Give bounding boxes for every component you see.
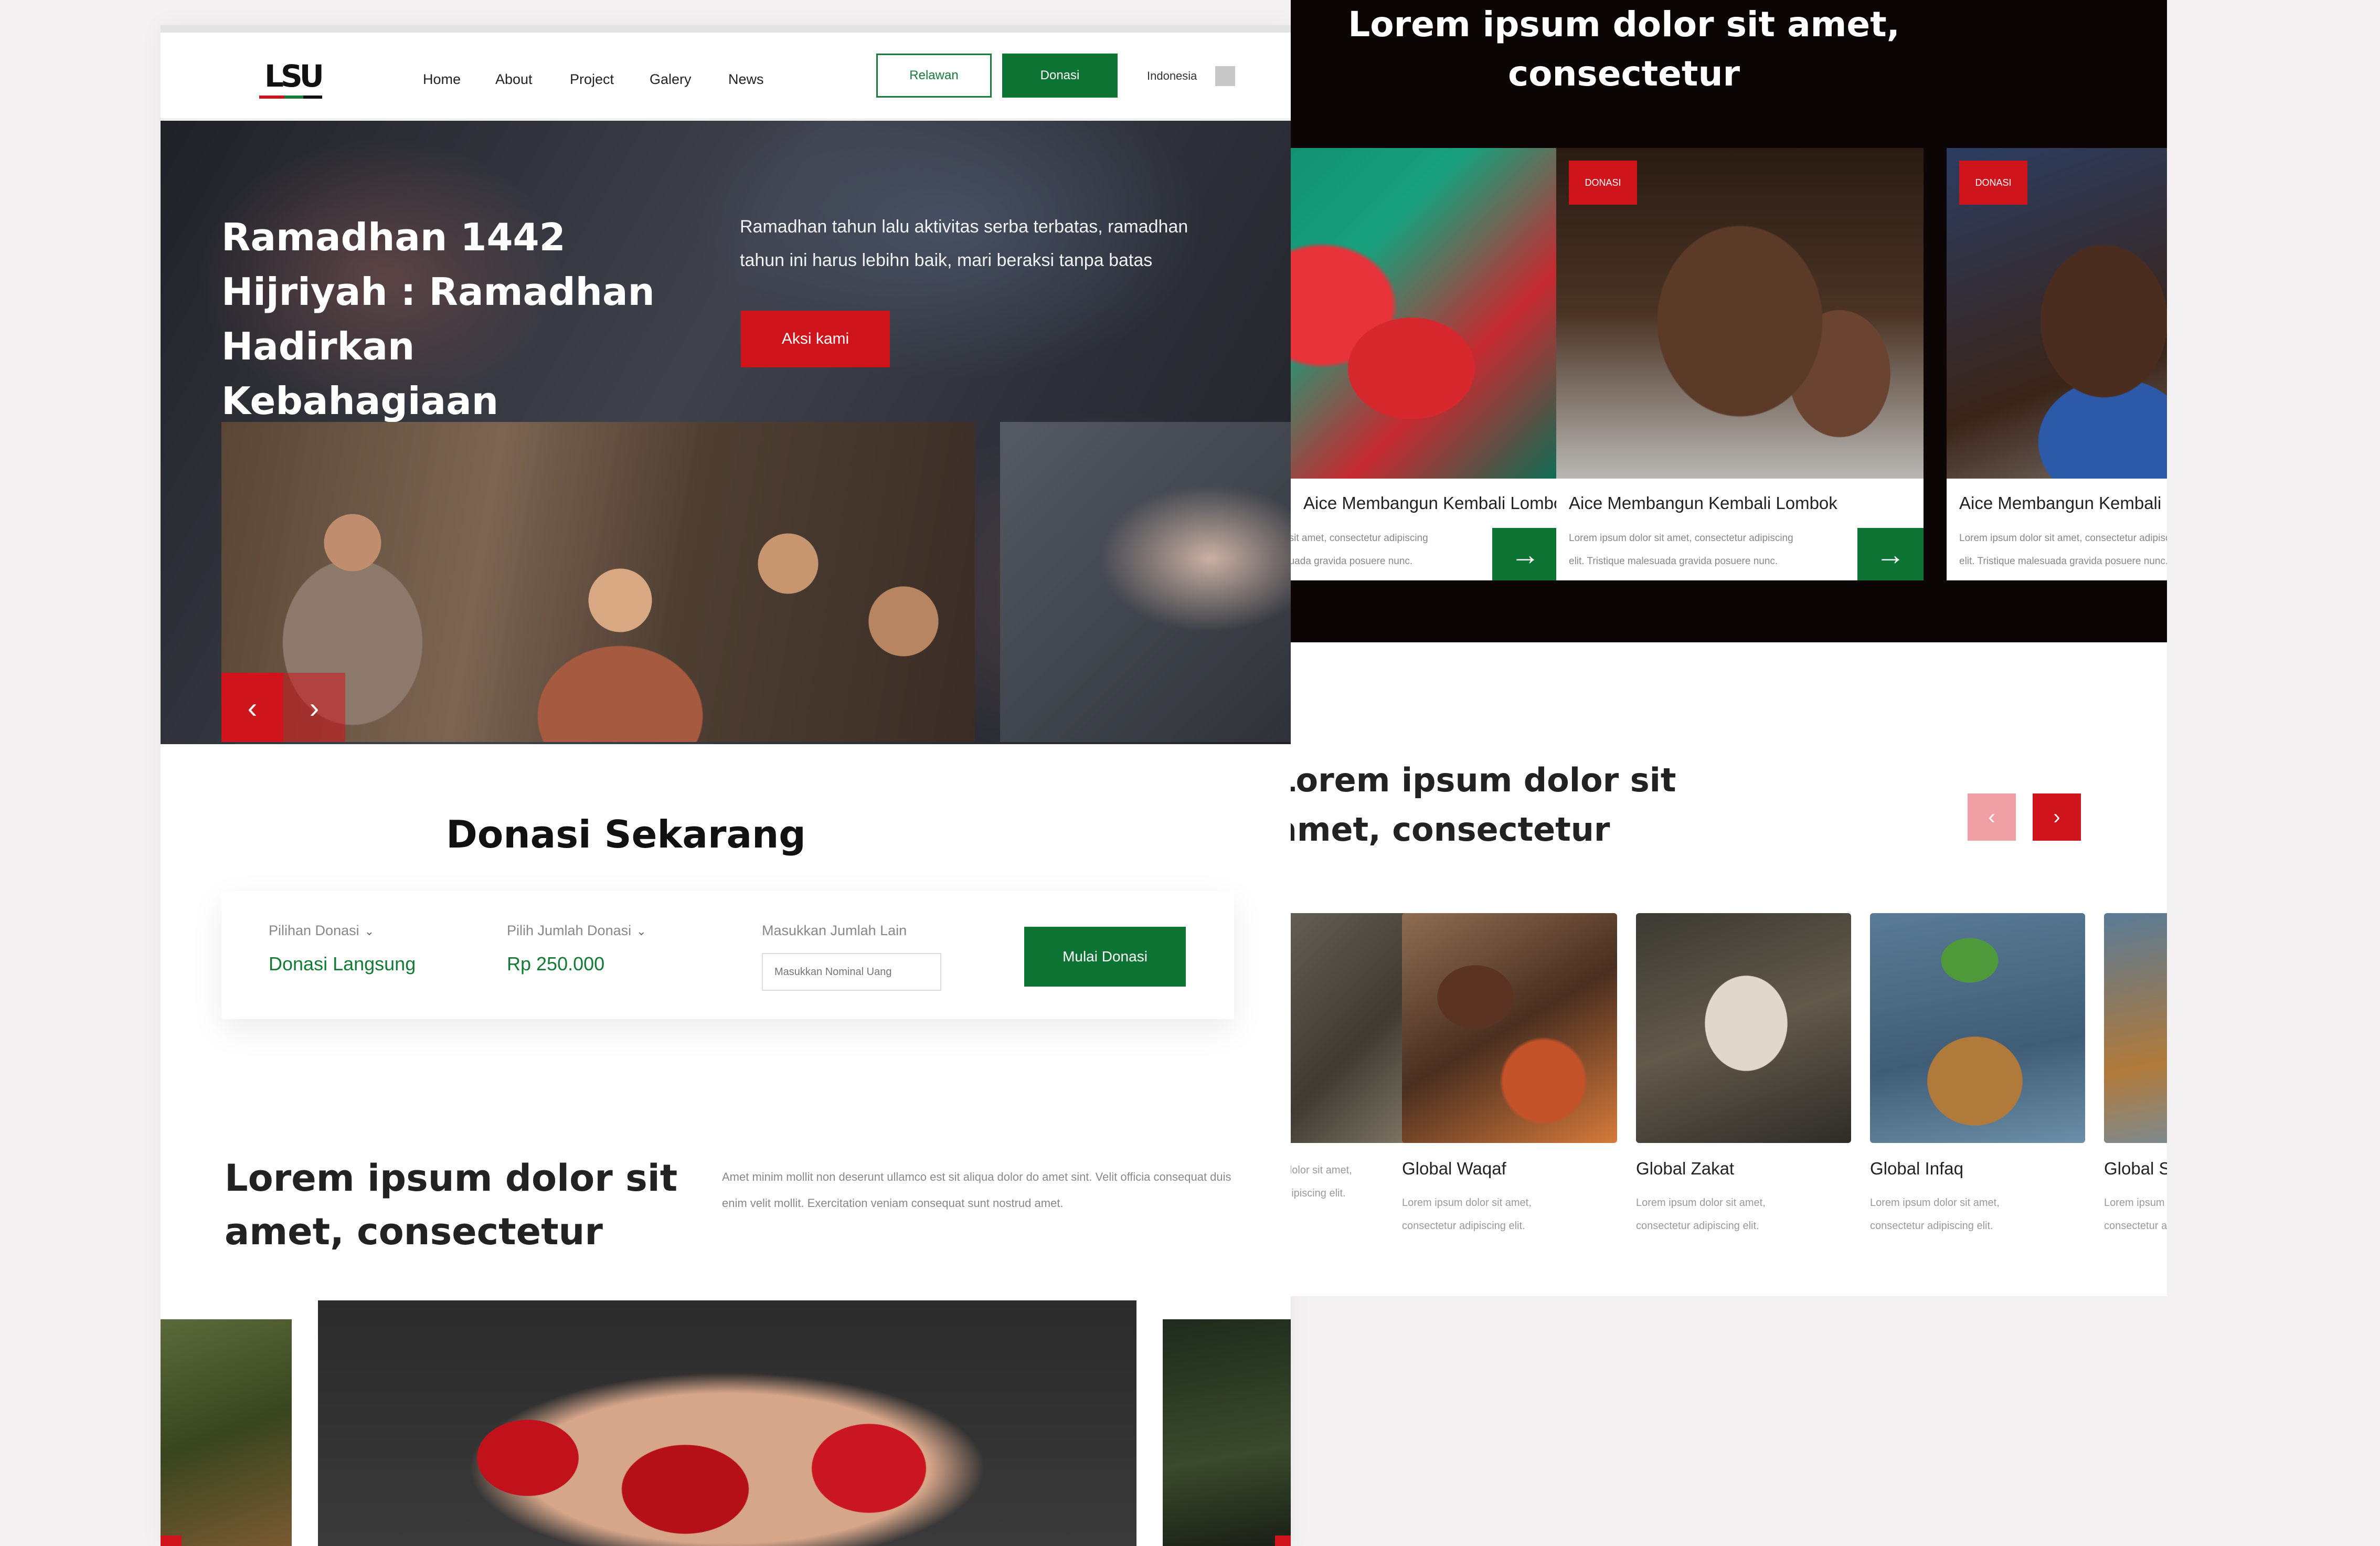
gallery-prev-button[interactable] [161, 1536, 182, 1546]
jumlah-lain-label: Masukkan Jumlah Lain [762, 923, 907, 938]
aksi-kami-button[interactable]: Aksi kami [741, 311, 890, 367]
hero-title: Ramadhan 1442 Hijriyah : Ramadhan Hadirk… [221, 215, 655, 423]
program-item[interactable]: Global Infaq Lorem ipsum dolor sit amet,… [1870, 913, 2085, 1237]
program-image [1636, 913, 1851, 1143]
program-image [1870, 913, 2085, 1143]
gallery-next-button[interactable] [1275, 1536, 1291, 1546]
campaign-card-desc: Lorem ipsum dolor sit amet, consectetur … [1569, 533, 1793, 567]
campaign-card[interactable]: DONASI Aice Membangun Kembali Lombok Lor… [1556, 148, 1924, 580]
chevron-left-icon[interactable]: ‹ [221, 673, 283, 742]
program-desc: Lorem ipsum dolor sit amet, consectetur … [2104, 1197, 2167, 1232]
hero-slide-next-image[interactable] [1000, 422, 1291, 742]
pilihan-donasi-value[interactable]: Donasi Langsung [269, 953, 416, 975]
campaign-card-title: Aice Membangun Kembali Lombok [1959, 493, 2167, 513]
relawan-button[interactable]: Relawan [876, 54, 992, 98]
hero-section: Ramadhan 1442 Hijriyah : Ramadhan Hadirk… [161, 121, 1291, 744]
gallery-image-right[interactable] [1163, 1319, 1291, 1546]
gallery-image-main[interactable] [318, 1300, 1136, 1546]
donasi-form-card: Pilihan Donasi ⌄ Donasi Langsung Pilih Ju… [221, 891, 1234, 1019]
program-item[interactable]: Global Zakat Lorem ipsum dolor sit amet,… [1636, 913, 1851, 1237]
about-text: Amet minim mollit non deserunt ullamco e… [722, 1170, 1231, 1210]
programs-title: Lorem ipsum dolor sit amet, consectetur [1291, 761, 1676, 849]
caret-down-icon: ⌄ [364, 925, 375, 938]
top-divider [161, 25, 1291, 33]
chevron-right-icon[interactable]: › [2033, 793, 2081, 841]
program-title: Global Sedekah [2104, 1159, 2167, 1178]
program-desc: Lorem ipsum dolor sit amet, consectetur … [1402, 1197, 1532, 1232]
pilihan-donasi-dropdown[interactable]: Pilihan Donasi ⌄ [269, 923, 374, 939]
program-item[interactable]: Global Waqaf Lorem ipsum dolor sit amet,… [1402, 913, 1617, 1237]
campaign-card-title: Aice Membangun Kembali Lombok [1569, 493, 1837, 513]
jumlah-donasi-value[interactable]: Rp 250.000 [507, 953, 604, 975]
logo-mark: LSU [264, 58, 324, 94]
program-title: Global Infaq [1870, 1159, 1963, 1178]
donasi-tag: DONASI [1959, 161, 2027, 205]
logo-stripe [259, 96, 322, 99]
about-title: Lorem ipsum dolor sit amet, consectetur [225, 1157, 678, 1253]
logo[interactable]: LSU [259, 59, 327, 99]
campaign-card-image [1291, 148, 1558, 479]
campaign-card-title: Aice Membangun Kembali Lombok [1303, 493, 1558, 513]
arrow-right-icon[interactable]: → [1857, 528, 1924, 580]
program-title: Global Zakat [1636, 1159, 1735, 1178]
program-desc: Lorem ipsum dolor sit amet, consectetur … [1636, 1197, 1766, 1232]
donasi-nav-button[interactable]: Donasi [1002, 54, 1118, 98]
nav-about[interactable]: About [495, 71, 533, 88]
jumlah-donasi-dropdown[interactable]: Pilih Jumlah Donasi ⌄ [507, 923, 646, 939]
program-title: Global Waqaf [1402, 1159, 1506, 1178]
program-desc: Lorem ipsum dolor sit amet, consectetur … [1870, 1197, 2000, 1232]
landing-page-left: LSU Home About Project Galery News Relaw… [161, 25, 1291, 1546]
campaign-title: Lorem ipsum dolor sit amet, consectetur [1348, 4, 1900, 94]
program-image [2104, 913, 2167, 1143]
program-image [1402, 913, 1617, 1143]
nav-home[interactable]: Home [423, 71, 461, 88]
nav-galery[interactable]: Galery [650, 71, 692, 88]
nominal-input[interactable] [762, 953, 941, 991]
flag-icon[interactable] [1215, 66, 1235, 86]
campaign-card[interactable]: Aice Membangun Kembali Lombok Lorem ipsu… [1291, 148, 1558, 580]
chevron-right-icon[interactable]: › [283, 673, 345, 742]
jumlah-donasi-label: Pilih Jumlah Donasi [507, 923, 632, 938]
navbar: LSU Home About Project Galery News Relaw… [161, 33, 1291, 120]
language-selector[interactable]: Indonesia [1147, 69, 1197, 83]
arrow-right-icon[interactable]: → [1492, 528, 1558, 580]
donasi-title: Donasi Sekarang [446, 812, 806, 856]
mulai-donasi-button[interactable]: Mulai Donasi [1024, 927, 1186, 987]
landing-page-right: Lorem ipsum dolor sit amet, consectetur … [1291, 0, 2167, 1296]
campaign-card[interactable]: DONASI Aice Membangun Kembali Lombok Lor… [1947, 148, 2167, 580]
hero-description: Ramadhan tahun lalu aktivitas serba terb… [740, 217, 1188, 270]
campaign-card-desc: Lorem ipsum dolor sit amet, consectetur … [1291, 533, 1428, 567]
nav-news[interactable]: News [728, 71, 764, 88]
donasi-tag: DONASI [1569, 161, 1637, 205]
caret-down-icon: ⌄ [636, 925, 646, 938]
gallery-image-left[interactable] [161, 1319, 292, 1546]
program-desc: Lorem ipsum dolor sit amet, consectetur … [1291, 1164, 1352, 1199]
program-item[interactable]: Global Sedekah Lorem ipsum dolor sit ame… [2104, 913, 2167, 1237]
chevron-left-icon[interactable]: ‹ [1968, 793, 2016, 841]
campaign-card-desc: Lorem ipsum dolor sit amet, consectetur … [1959, 533, 2167, 567]
nav-project[interactable]: Project [570, 71, 614, 88]
pilihan-donasi-label: Pilihan Donasi [269, 923, 359, 938]
campaign-section: Lorem ipsum dolor sit amet, consectetur … [1291, 0, 2167, 642]
